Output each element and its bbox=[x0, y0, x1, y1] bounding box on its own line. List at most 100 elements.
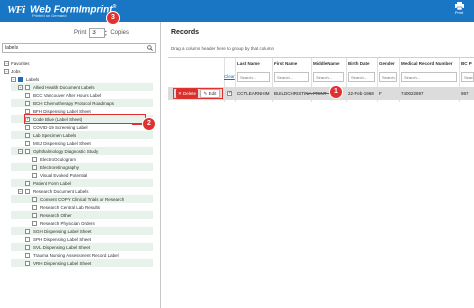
search-icon[interactable] bbox=[147, 45, 153, 51]
tree-checkbox[interactable] bbox=[25, 132, 30, 138]
expand-icon[interactable]: + bbox=[18, 84, 23, 90]
tree-node-label: Allied Health Document Labels bbox=[33, 84, 95, 90]
cell-bc-phn: 987 bbox=[461, 91, 469, 96]
column-header-last-name[interactable]: Last Name bbox=[235, 58, 260, 70]
step-badge-3: 3 bbox=[107, 12, 119, 24]
tree-leaf[interactable]: Research Physician Orders bbox=[32, 219, 95, 227]
tree-checkbox[interactable] bbox=[32, 172, 37, 178]
tree-checkbox[interactable] bbox=[25, 84, 30, 90]
filter-last-name[interactable] bbox=[237, 72, 270, 82]
column-header-mrn[interactable]: Medical Record Number bbox=[399, 58, 453, 70]
tree-node-label: COVID-19 Screening Label bbox=[33, 124, 88, 130]
tree-node-jobs[interactable]: − Jobs bbox=[4, 67, 21, 75]
collapse-icon[interactable]: − bbox=[4, 68, 9, 74]
collapse-icon[interactable]: − bbox=[11, 76, 16, 82]
callout-line bbox=[306, 93, 330, 94]
tree-node-label: VRH Dispensing Label Sheet bbox=[33, 260, 92, 266]
filter-birth-date[interactable] bbox=[348, 72, 375, 82]
tree-leaf[interactable]: Lab Specimen Labels bbox=[25, 131, 76, 139]
column-header-first-name[interactable]: First Name bbox=[272, 58, 297, 70]
filter-first-name[interactable] bbox=[274, 72, 309, 82]
cell-last-name: CCTLEARNHIM bbox=[237, 91, 270, 96]
tree-node-label: SVL Dispensing Label Sheet bbox=[33, 244, 91, 250]
copies-stepper[interactable]: ▲ ▼ bbox=[104, 29, 107, 37]
tree-checkbox[interactable] bbox=[25, 124, 30, 130]
tree-leaf[interactable]: MSJ Dispensing Label Sheet bbox=[25, 139, 91, 147]
tree-node-label: SGH Dispensing Label Sheet bbox=[33, 228, 92, 234]
tree-leaf[interactable]: BCC Vancouver After Hours Label bbox=[25, 91, 101, 99]
tree-node-label: BFH Dispensing Label Sheet bbox=[33, 108, 91, 114]
tree-node-label: ElectroOculogram bbox=[40, 156, 77, 162]
tree-leaf[interactable]: BCH Chemotherapy Protocol Roadmaps bbox=[25, 99, 114, 107]
column-header-gender[interactable]: Gender bbox=[377, 58, 395, 70]
tree-checkbox[interactable] bbox=[32, 220, 37, 226]
tree-checkbox[interactable] bbox=[32, 156, 37, 162]
tree-leaf[interactable]: Visual Evoked Potential bbox=[32, 171, 87, 179]
tree-leaf[interactable]: Research Central Lab Results bbox=[32, 203, 100, 211]
tree-leaf[interactable]: Research Other bbox=[32, 211, 72, 219]
tree-leaf[interactable]: ElectroOculogram bbox=[32, 155, 76, 163]
cell-birth-date: 22-Feb-1968 bbox=[348, 91, 374, 96]
collapse-icon[interactable]: − bbox=[18, 148, 23, 154]
tree-checkbox[interactable] bbox=[32, 204, 37, 210]
tree-checkbox[interactable] bbox=[25, 140, 30, 146]
tree-search-input[interactable] bbox=[5, 44, 145, 52]
records-grid: Last Name First Name MiddleName Birth Da… bbox=[168, 57, 474, 123]
tree-checkbox[interactable] bbox=[25, 108, 30, 114]
tree-node[interactable]: − Research Document Labels bbox=[18, 187, 89, 195]
tree-leaf[interactable]: SGH Dispensing Label Sheet bbox=[25, 227, 92, 235]
collapse-icon[interactable]: − bbox=[4, 60, 9, 66]
collapse-icon[interactable]: − bbox=[18, 188, 23, 194]
tree-checkbox[interactable] bbox=[18, 76, 23, 82]
tree-node-label: SPH Dispensing Label Sheet bbox=[33, 236, 92, 242]
column-header-bc-phn[interactable]: BC P bbox=[459, 58, 472, 70]
row-select-checkbox[interactable]: ✓ bbox=[227, 91, 232, 96]
tree-node-labels[interactable]: − Labels bbox=[11, 75, 39, 83]
printer-icon bbox=[454, 2, 464, 10]
selected-item-highlight bbox=[24, 114, 146, 124]
tree-checkbox[interactable] bbox=[32, 196, 37, 202]
print-button[interactable]: Print bbox=[449, 2, 469, 20]
tree-checkbox[interactable] bbox=[25, 228, 30, 234]
tree-node-label: Trauma Nursing Assessment Record Label bbox=[33, 252, 119, 258]
tree-checkbox[interactable] bbox=[32, 212, 37, 218]
tree-search-box bbox=[2, 43, 156, 53]
filter-bc-phn[interactable] bbox=[461, 72, 474, 82]
filter-middle-name[interactable] bbox=[313, 72, 344, 82]
filter-gender[interactable] bbox=[379, 72, 397, 82]
tree-checkbox[interactable] bbox=[25, 236, 30, 242]
print-button-label: Print bbox=[454, 10, 464, 15]
tree-leaf[interactable]: COVID-19 Screening Label bbox=[25, 123, 88, 131]
tree-leaf[interactable]: SVL Dispensing Label Sheet bbox=[25, 243, 90, 251]
tree-leaf[interactable]: Patient Form Label bbox=[25, 179, 71, 187]
tree-node-favorites[interactable]: − Favorites bbox=[4, 59, 30, 67]
tree-checkbox[interactable] bbox=[25, 188, 30, 194]
column-header-middle-name[interactable]: MiddleName bbox=[311, 58, 340, 70]
tree-checkbox[interactable] bbox=[25, 180, 30, 186]
tree-leaf[interactable]: Trauma Nursing Assessment Record Label bbox=[25, 251, 119, 259]
tree-checkbox[interactable] bbox=[25, 260, 30, 266]
tree-leaf[interactable]: SPH Dispensing Label Sheet bbox=[25, 235, 91, 243]
app-subtitle: Printed on Demand bbox=[32, 13, 67, 18]
tree-node-label: Research Document Labels bbox=[33, 188, 89, 194]
tree-checkbox[interactable] bbox=[25, 148, 30, 154]
column-header-birth-date[interactable]: Birth Date bbox=[346, 58, 370, 70]
tree-leaf[interactable]: Electroretinography bbox=[32, 163, 79, 171]
tree-node-label: Patient Form Label bbox=[33, 180, 72, 186]
tree-checkbox[interactable] bbox=[25, 252, 30, 258]
tree-leaf[interactable]: Consent COPY Clinical Trials or Research bbox=[32, 195, 124, 203]
tree-checkbox[interactable] bbox=[25, 92, 30, 98]
step-badge-2: 2 bbox=[143, 118, 155, 130]
tree-leaf[interactable]: VRH Dispensing Label Sheet bbox=[25, 259, 91, 267]
records-pane: Records Drag a column header here to gro… bbox=[164, 22, 474, 308]
tree-checkbox[interactable] bbox=[25, 100, 30, 106]
tree-node[interactable]: − Ophthalmology Diagnostic Study bbox=[18, 147, 98, 155]
stepper-down-icon[interactable]: ▼ bbox=[104, 33, 107, 37]
tree-checkbox[interactable] bbox=[32, 164, 37, 170]
tree-node-label: Consent COPY Clinical Trials or Research bbox=[40, 196, 125, 202]
copies-input[interactable] bbox=[89, 28, 106, 38]
clear-filters-link[interactable]: Clear bbox=[224, 74, 235, 79]
filter-mrn[interactable] bbox=[401, 72, 457, 82]
tree-checkbox[interactable] bbox=[25, 244, 30, 250]
tree-node[interactable]: + Allied Health Document Labels bbox=[18, 83, 95, 91]
